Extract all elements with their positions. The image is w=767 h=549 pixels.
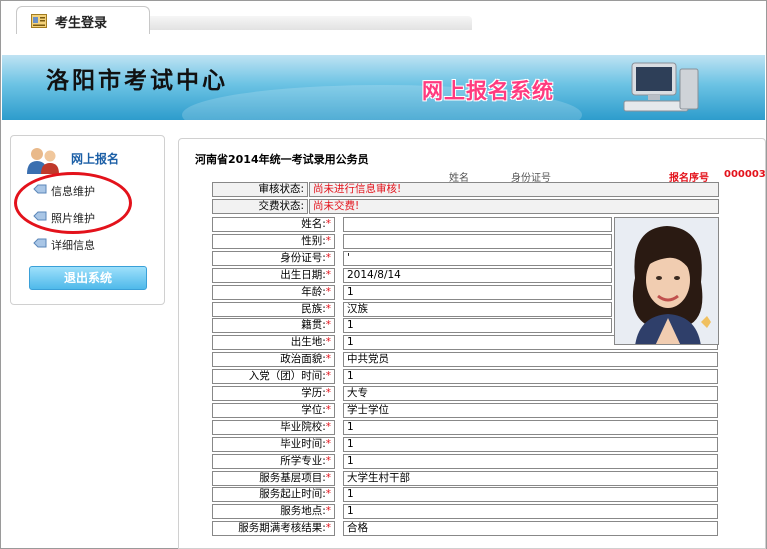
field-label-text: 服务地点: [280, 505, 326, 518]
tag-icon [33, 238, 47, 248]
field-value[interactable]: 2014/8/14 [343, 267, 612, 283]
field-label: 服务期满考核结果:* [212, 521, 335, 537]
field-label: 服务地点:* [212, 504, 335, 520]
peek-value: 000003 [724, 169, 766, 180]
status-label: 审核状态: [212, 182, 308, 197]
required-mark: * [325, 218, 331, 230]
field-label: 学历:* [212, 386, 335, 401]
field-label-text: 出生地: [290, 336, 326, 349]
field-label-text: 学位: [301, 403, 326, 416]
field-value[interactable] [343, 233, 612, 249]
required-mark: * [325, 488, 331, 501]
field-label-text: 所学专业: [280, 454, 326, 467]
field-label-text: 毕业时间: [280, 437, 326, 450]
system-title: 网上报名系统 [422, 79, 554, 103]
logout-button[interactable]: 退出系统 [29, 266, 147, 290]
header-banner: 洛阳市考试中心 网上报名系统 [2, 55, 765, 120]
field-value[interactable]: 1 [343, 419, 718, 435]
required-mark: * [325, 387, 331, 399]
required-mark: * [325, 336, 331, 349]
field-label-text: 性别: [301, 234, 326, 247]
field-value[interactable]: 1 [343, 369, 718, 385]
field-value[interactable]: 1 [343, 453, 718, 469]
field-label: 年龄:* [212, 284, 335, 300]
id-card-icon [31, 14, 47, 28]
highlight-annotation [14, 172, 132, 234]
required-mark: * [325, 234, 331, 247]
field-label-text: 毕业院校: [280, 420, 326, 433]
field-label-text: 学历: [301, 387, 326, 399]
field-label: 毕业院校:* [212, 419, 335, 435]
field-label-text: 服务起止时间: [259, 488, 326, 501]
field-value[interactable]: 学士学位 [343, 402, 718, 418]
field-value[interactable]: 中共党员 [343, 352, 718, 368]
exam-title: 河南省2014年统一考试录用公务员 [195, 153, 369, 166]
field-value[interactable]: 1 [343, 487, 718, 503]
field-value[interactable]: 大专 [343, 386, 718, 401]
field-label-text: 民族: [301, 302, 326, 315]
field-value[interactable]: 合格 [343, 521, 718, 537]
field-label-text: 服务基层项目: [259, 471, 326, 484]
field-label-text: 服务期满考核结果: [238, 522, 326, 535]
site-title: 洛阳市考试中心 [46, 67, 228, 94]
field-value[interactable]: 1 [343, 284, 612, 300]
field-label-text: 姓名: [301, 218, 326, 230]
field-label-text: 身份证号: [280, 251, 326, 264]
status-label: 交费状态: [212, 199, 308, 214]
field-label-text: 年龄: [301, 285, 326, 298]
computer-icon [623, 62, 699, 112]
field-label: 民族:* [212, 301, 335, 317]
required-mark: * [325, 420, 331, 433]
field-value[interactable]: 1 [343, 504, 718, 520]
required-mark: * [325, 403, 331, 416]
required-mark: * [325, 268, 331, 281]
tab-strip [150, 16, 472, 30]
field-label-text: 出生日期: [280, 268, 326, 281]
field-label-text: 籍贯: [301, 319, 326, 332]
field-value[interactable]: 大学生村干部 [343, 470, 718, 486]
required-mark: * [325, 319, 331, 332]
required-mark: * [325, 471, 331, 484]
field-label: 身份证号:* [212, 250, 335, 266]
required-mark: * [325, 251, 331, 264]
status-value: 尚未交费! [309, 199, 719, 214]
field-label: 政治面貌:* [212, 352, 335, 368]
sidebar-header: 网上报名 [71, 152, 120, 166]
portrait-image [615, 218, 718, 344]
required-mark: * [325, 505, 331, 518]
sidebar-item-label: 详细信息 [51, 239, 95, 252]
required-mark: * [325, 285, 331, 298]
applicant-photo [614, 217, 719, 345]
field-value[interactable]: 1 [343, 436, 718, 452]
login-tab-label: 考生登录 [55, 16, 108, 31]
field-label: 所学专业:* [212, 453, 335, 469]
field-label: 学位:* [212, 402, 335, 418]
login-tab[interactable]: 考生登录 [16, 6, 150, 34]
field-label: 姓名:* [212, 217, 335, 232]
status-value: 尚未进行信息审核! [309, 182, 719, 197]
field-label: 籍贯:* [212, 318, 335, 334]
field-label-text: 入党（团）时间: [248, 370, 326, 383]
field-value[interactable]: 1 [343, 318, 612, 334]
field-label: 毕业时间:* [212, 436, 335, 452]
field-label: 出生日期:* [212, 267, 335, 283]
field-value[interactable]: ' [343, 250, 612, 266]
users-icon [27, 148, 59, 174]
field-label-text: 政治面貌: [280, 353, 326, 366]
required-mark: * [325, 437, 331, 450]
field-value[interactable] [343, 217, 612, 232]
field-label: 出生地:* [212, 335, 335, 351]
required-mark: * [325, 353, 331, 366]
field-label: 服务基层项目:* [212, 470, 335, 486]
field-label: 服务起止时间:* [212, 487, 335, 503]
required-mark: * [325, 302, 331, 315]
required-mark: * [325, 370, 331, 383]
required-mark: * [325, 454, 331, 467]
field-label: 入党（团）时间:* [212, 369, 335, 385]
field-value[interactable]: 汉族 [343, 301, 612, 317]
required-mark: * [325, 522, 331, 535]
field-label: 性别:* [212, 233, 335, 249]
main-panel: 河南省2014年统一考试录用公务员 姓名 身份证号 报名序号 000003 审核… [178, 138, 766, 549]
